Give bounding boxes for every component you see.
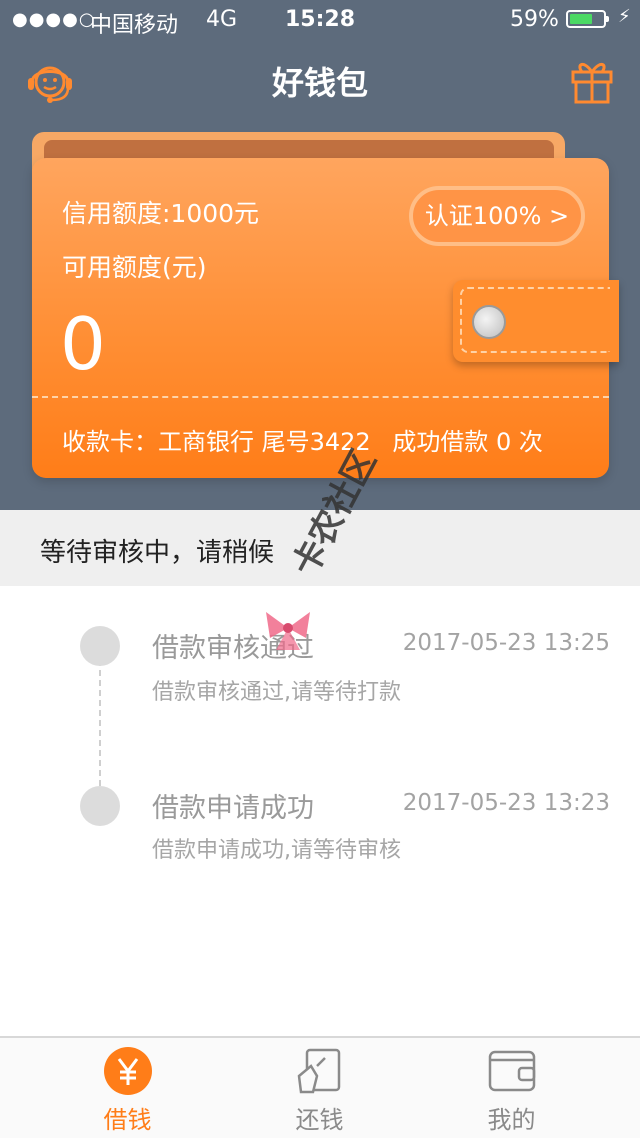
wallet-icon	[488, 1050, 536, 1092]
timeline-item-title: 借款申请成功	[152, 793, 314, 824]
tab-repay[interactable]: 还钱	[213, 1036, 426, 1136]
battery-icon	[566, 10, 609, 28]
repay-icon	[297, 1048, 341, 1094]
tab-mine[interactable]: 我的	[405, 1036, 618, 1136]
gift-icon[interactable]	[570, 58, 614, 104]
receiving-card-info: 收款卡：工商银行 尾号3422	[62, 428, 371, 456]
success-loan-count: 成功借款 0 次	[392, 428, 543, 456]
card-footer: 收款卡：工商银行 尾号3422 成功借款 0 次	[62, 422, 557, 457]
card-divider	[32, 396, 609, 398]
credit-limit: 信用额度:1000元	[62, 199, 260, 228]
tab-borrow[interactable]: 借钱	[21, 1036, 234, 1136]
timeline-dot	[80, 626, 120, 666]
available-credit-value: 0	[60, 302, 106, 386]
timeline-item-desc: 借款申请成功,请等待审核	[152, 838, 401, 863]
tab-label: 我的	[487, 1106, 536, 1134]
status-bar: ●●●●○ 中国移动 4G 15:28 59% ⚡	[0, 0, 640, 40]
timeline-item-time: 2017-05-23 13:25	[402, 630, 610, 656]
clasp-button-icon	[472, 305, 506, 339]
charging-icon: ⚡	[618, 6, 631, 27]
pending-status-text: 等待审核中，请稍候	[40, 538, 275, 568]
tab-label: 还钱	[295, 1106, 344, 1134]
page-title: 好钱包	[271, 64, 368, 102]
watermark-logo-icon	[266, 612, 310, 650]
battery-percent: 59%	[510, 7, 559, 32]
yen-icon	[104, 1047, 152, 1095]
customer-service-icon[interactable]	[24, 58, 76, 106]
tab-label: 借钱	[103, 1106, 152, 1134]
certification-button[interactable]: 认证100% >	[409, 186, 585, 246]
timeline-item-time: 2017-05-23 13:23	[402, 790, 610, 816]
timeline-dot	[80, 786, 120, 826]
watermark: 卡农社区	[258, 444, 388, 680]
timeline-connector	[99, 660, 101, 786]
available-credit-label: 可用额度(元)	[62, 253, 207, 282]
